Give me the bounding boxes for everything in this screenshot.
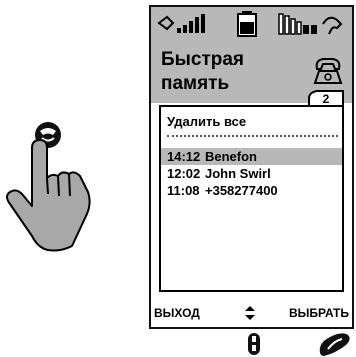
- item-name: Benefon: [205, 149, 257, 164]
- up-down-arrows-icon: [245, 306, 255, 320]
- list-item[interactable]: 14:12 Benefon: [161, 148, 342, 165]
- item-name: +358277400: [205, 183, 278, 198]
- pointing-hand-icon: [6, 122, 91, 252]
- item-name: John Swirl: [205, 166, 271, 181]
- item-time: 11:08: [167, 183, 200, 198]
- phone-handset-icon: [313, 58, 343, 84]
- divider: [167, 135, 338, 137]
- list-item[interactable]: 11:08 +358277400: [161, 182, 342, 199]
- call-key-icon[interactable]: [316, 331, 352, 357]
- page-title-line2: память: [161, 73, 230, 94]
- softkey-bar: ВЫХОД ВЫБРАТЬ: [151, 301, 352, 327]
- item-time: 12:02: [167, 166, 201, 181]
- signal-strength-icon: [157, 14, 205, 33]
- scroll-key-icon[interactable]: [246, 332, 262, 356]
- status-bar: [151, 7, 352, 41]
- item-time: 14:12: [167, 149, 201, 164]
- phone-screen: Быстрая память 2 Удалить все 14:12 Benefo…: [149, 5, 354, 329]
- bars-icon: [278, 13, 343, 35]
- select-softkey[interactable]: ВЫБРАТЬ: [289, 306, 349, 320]
- battery-icon: [237, 11, 257, 37]
- page-title-line1: Быстрая: [161, 49, 245, 70]
- exit-softkey[interactable]: ВЫХОД: [154, 306, 200, 320]
- list-item[interactable]: 12:02 John Swirl: [161, 165, 342, 182]
- delete-all-item[interactable]: Удалить все: [161, 113, 342, 130]
- list-panel: Удалить все 14:12 Benefon 12:02 John Swirl…: [159, 105, 344, 292]
